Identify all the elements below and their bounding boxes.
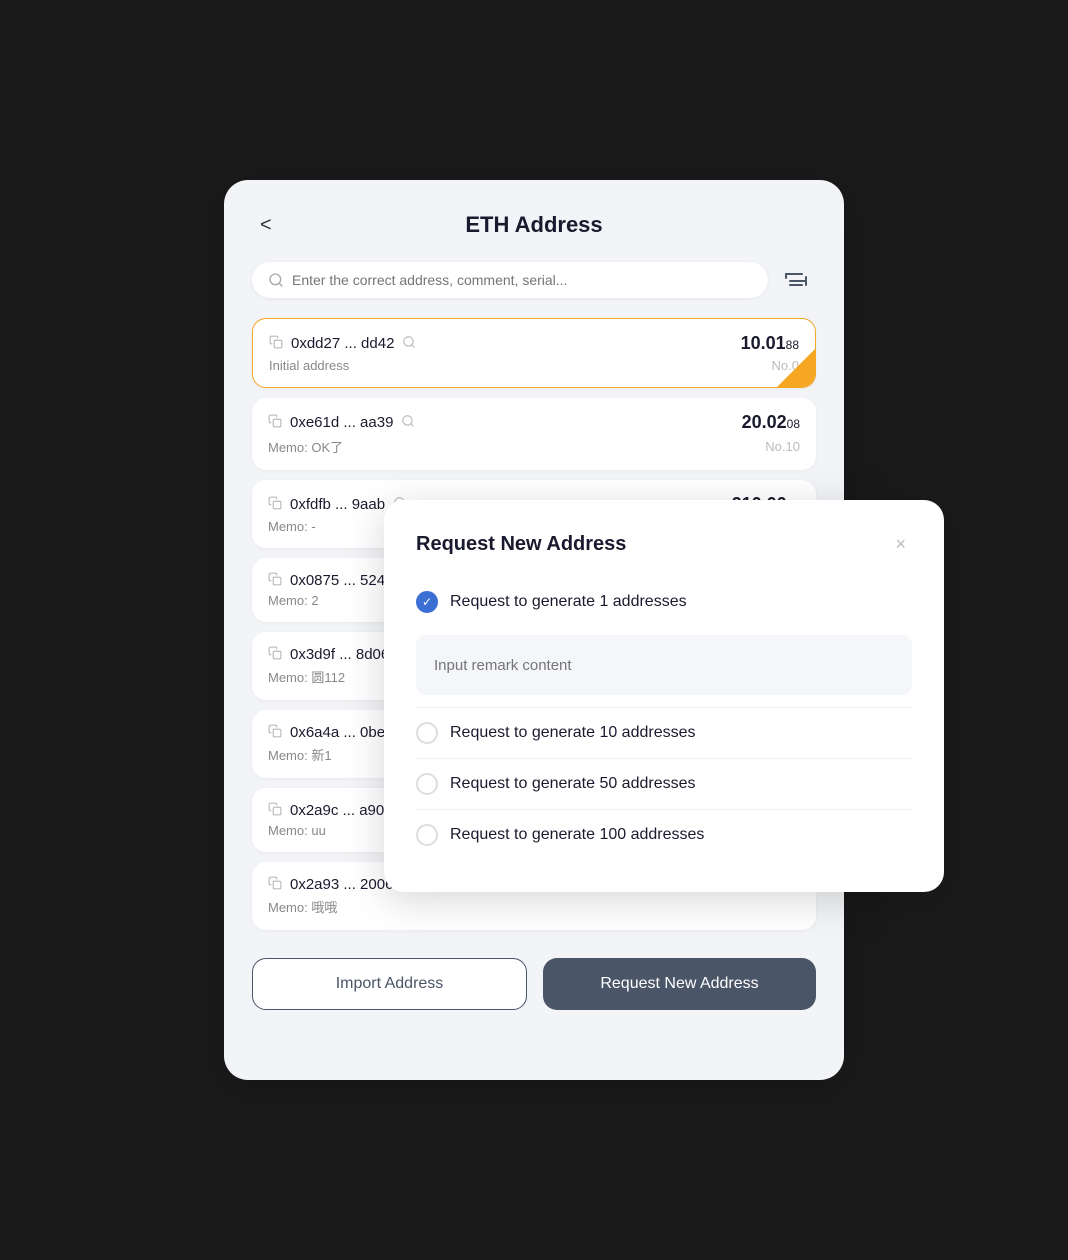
address-hash: 0x3d9f ... 8d06 bbox=[290, 646, 389, 663]
copy-icon[interactable] bbox=[268, 572, 282, 589]
address-no: No.10 bbox=[765, 439, 800, 454]
divider-1 bbox=[416, 707, 912, 708]
radio-option-1[interactable]: ✓ Request to generate 1 addresses bbox=[416, 581, 912, 623]
radio-label-2: Request to generate 10 addresses bbox=[450, 724, 696, 742]
header: < ETH Address bbox=[252, 212, 816, 238]
bottom-buttons: Import Address Request New Address bbox=[252, 958, 816, 1010]
address-memo: Memo: 2 bbox=[268, 593, 319, 608]
address-memo: Memo: 哦哦 bbox=[268, 897, 337, 916]
copy-icon[interactable] bbox=[268, 496, 282, 513]
address-memo: Initial address bbox=[269, 358, 349, 373]
remark-input[interactable] bbox=[416, 635, 912, 695]
back-button[interactable]: < bbox=[252, 210, 280, 241]
radio-circle-2 bbox=[416, 722, 438, 744]
filter-icon bbox=[784, 269, 810, 291]
radio-option-2[interactable]: Request to generate 10 addresses bbox=[416, 712, 912, 754]
search-row bbox=[252, 262, 816, 298]
search-icon bbox=[268, 272, 284, 288]
address-search-icon[interactable] bbox=[401, 414, 415, 431]
address-hash: 0x2a93 ... 2006 bbox=[290, 876, 393, 893]
request-new-address-button[interactable]: Request New Address bbox=[543, 958, 816, 1010]
address-item[interactable]: 0xdd27 ... dd4210.0188Initial addressNo.… bbox=[252, 318, 816, 388]
copy-icon[interactable] bbox=[268, 724, 282, 741]
address-amount: 20.0208 bbox=[742, 412, 800, 433]
checkmark-icon: ✓ bbox=[422, 595, 432, 609]
search-box bbox=[252, 262, 768, 298]
radio-option-3[interactable]: Request to generate 50 addresses bbox=[416, 763, 912, 805]
address-hash: 0x6a4a ... 0be3 bbox=[290, 724, 393, 741]
request-modal: Request New Address × ✓ Request to gener… bbox=[384, 500, 944, 892]
copy-icon[interactable] bbox=[268, 646, 282, 663]
radio-circle-3 bbox=[416, 773, 438, 795]
address-hash: 0xfdfb ... 9aab bbox=[290, 496, 385, 513]
active-corner-indicator bbox=[777, 349, 815, 387]
address-search-icon[interactable] bbox=[402, 335, 416, 352]
page-title: ETH Address bbox=[465, 212, 602, 238]
copy-icon[interactable] bbox=[268, 802, 282, 819]
address-hash: 0x0875 ... 5247 bbox=[290, 572, 393, 589]
address-memo: Memo: uu bbox=[268, 823, 326, 838]
copy-icon[interactable] bbox=[268, 414, 282, 431]
import-address-button[interactable]: Import Address bbox=[252, 958, 527, 1010]
copy-icon[interactable] bbox=[268, 876, 282, 893]
radio-label-4: Request to generate 100 addresses bbox=[450, 826, 704, 844]
divider-3 bbox=[416, 809, 912, 810]
radio-circle-1: ✓ bbox=[416, 591, 438, 613]
address-memo: Memo: 圆112 bbox=[268, 667, 345, 686]
modal-close-button[interactable]: × bbox=[889, 532, 912, 557]
filter-button[interactable] bbox=[778, 263, 816, 297]
modal-title: Request New Address bbox=[416, 533, 626, 556]
modal-header: Request New Address × bbox=[416, 532, 912, 557]
radio-circle-4 bbox=[416, 824, 438, 846]
main-card: < ETH Address 0xdd27 ... dd4210.0188Init… bbox=[224, 180, 844, 1080]
radio-label-3: Request to generate 50 addresses bbox=[450, 775, 696, 793]
radio-label-1: Request to generate 1 addresses bbox=[450, 593, 687, 611]
copy-icon[interactable] bbox=[269, 335, 283, 352]
address-hash: 0x2a9c ... a904 bbox=[290, 802, 393, 819]
radio-option-4[interactable]: Request to generate 100 addresses bbox=[416, 814, 912, 856]
search-input[interactable] bbox=[292, 272, 752, 288]
address-memo: Memo: OK了 bbox=[268, 437, 343, 456]
address-hash: 0xe61d ... aa39 bbox=[290, 414, 393, 431]
address-memo: Memo: - bbox=[268, 519, 316, 534]
divider-2 bbox=[416, 758, 912, 759]
address-hash: 0xdd27 ... dd42 bbox=[291, 335, 394, 352]
address-memo: Memo: 新1 bbox=[268, 745, 332, 764]
address-item[interactable]: 0xe61d ... aa39 20.0208 Memo: OK了 No.10 bbox=[252, 398, 816, 470]
